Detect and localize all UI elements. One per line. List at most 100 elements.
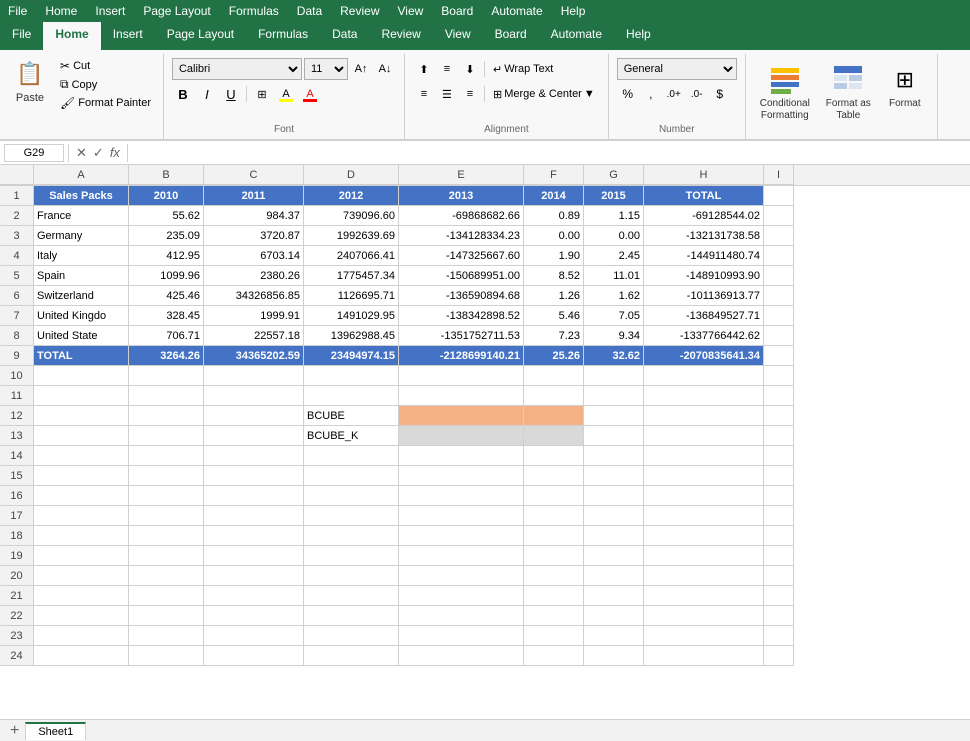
cell-b8[interactable]: 706.71 — [129, 326, 204, 346]
cell-g9[interactable]: 32.62 — [584, 346, 644, 366]
cell-c2[interactable]: 984.37 — [204, 206, 304, 226]
rownum-23[interactable]: 23 — [0, 626, 34, 646]
cell-h20[interactable] — [644, 566, 764, 586]
rownum-16[interactable]: 16 — [0, 486, 34, 506]
cell-f10[interactable] — [524, 366, 584, 386]
bold-button[interactable]: B — [172, 83, 194, 105]
tab-automate[interactable]: Automate — [539, 22, 614, 50]
align-right-button[interactable]: ≡ — [459, 83, 481, 105]
cell-f15[interactable] — [524, 466, 584, 486]
cell-b5[interactable]: 1099.96 — [129, 266, 204, 286]
cell-c7[interactable]: 1999.91 — [204, 306, 304, 326]
cell-h19[interactable] — [644, 546, 764, 566]
cell-h15[interactable] — [644, 466, 764, 486]
cell-c22[interactable] — [204, 606, 304, 626]
cell-b23[interactable] — [129, 626, 204, 646]
cell-b15[interactable] — [129, 466, 204, 486]
cell-f16[interactable] — [524, 486, 584, 506]
cell-h2[interactable]: -69128544.02 — [644, 206, 764, 226]
cell-e12[interactable] — [399, 406, 524, 426]
cell-a24[interactable] — [34, 646, 129, 666]
cell-g1[interactable]: 2015 — [584, 186, 644, 206]
conditional-formatting-button[interactable]: ConditionalFormatting — [754, 58, 816, 126]
cell-c14[interactable] — [204, 446, 304, 466]
cell-c13[interactable] — [204, 426, 304, 446]
cell-b3[interactable]: 235.09 — [129, 226, 204, 246]
cell-i24[interactable] — [764, 646, 794, 666]
cell-e9[interactable]: -2128699140.21 — [399, 346, 524, 366]
cell-b1[interactable]: 2010 — [129, 186, 204, 206]
tab-view[interactable]: View — [433, 22, 483, 50]
cell-f23[interactable] — [524, 626, 584, 646]
cell-c20[interactable] — [204, 566, 304, 586]
cell-h12[interactable] — [644, 406, 764, 426]
comma-button[interactable]: , — [640, 83, 662, 105]
cell-a23[interactable] — [34, 626, 129, 646]
cell-g20[interactable] — [584, 566, 644, 586]
cell-i19[interactable] — [764, 546, 794, 566]
cell-g10[interactable] — [584, 366, 644, 386]
cell-i16[interactable] — [764, 486, 794, 506]
rownum-10[interactable]: 10 — [0, 366, 34, 386]
cell-c4[interactable]: 6703.14 — [204, 246, 304, 266]
cell-h23[interactable] — [644, 626, 764, 646]
cell-h8[interactable]: -1337766442.62 — [644, 326, 764, 346]
menu-file[interactable]: File — [8, 4, 27, 18]
cell-h14[interactable] — [644, 446, 764, 466]
cell-i23[interactable] — [764, 626, 794, 646]
rownum-22[interactable]: 22 — [0, 606, 34, 626]
number-format-select[interactable]: General Number Currency Date — [617, 58, 737, 80]
font-decrease-button[interactable]: A↓ — [374, 58, 396, 80]
accounting-button[interactable]: $ — [709, 83, 731, 105]
cell-h3[interactable]: -132131738.58 — [644, 226, 764, 246]
cell-h4[interactable]: -144911480.74 — [644, 246, 764, 266]
cell-c9[interactable]: 34365202.59 — [204, 346, 304, 366]
underline-button[interactable]: U — [220, 83, 242, 105]
cell-i17[interactable] — [764, 506, 794, 526]
cell-f7[interactable]: 5.46 — [524, 306, 584, 326]
cell-a2[interactable]: France — [34, 206, 129, 226]
cell-i14[interactable] — [764, 446, 794, 466]
cell-a10[interactable] — [34, 366, 129, 386]
cell-e3[interactable]: -134128334.23 — [399, 226, 524, 246]
cell-a12[interactable] — [34, 406, 129, 426]
cell-h9[interactable]: -2070835641.34 — [644, 346, 764, 366]
cell-i8[interactable] — [764, 326, 794, 346]
menu-formulas[interactable]: Formulas — [229, 4, 279, 18]
paste-button[interactable]: 📋 Paste — [8, 54, 52, 106]
cell-h11[interactable] — [644, 386, 764, 406]
cell-f13[interactable] — [524, 426, 584, 446]
cell-b16[interactable] — [129, 486, 204, 506]
cell-c3[interactable]: 3720.87 — [204, 226, 304, 246]
col-header-g[interactable]: G — [584, 165, 644, 185]
cell-a15[interactable] — [34, 466, 129, 486]
cell-i2[interactable] — [764, 206, 794, 226]
cell-e11[interactable] — [399, 386, 524, 406]
cell-i12[interactable] — [764, 406, 794, 426]
cancel-formula-icon[interactable]: ✕ — [76, 145, 87, 161]
rownum-3[interactable]: 3 — [0, 226, 34, 246]
cell-d24[interactable] — [304, 646, 399, 666]
cell-i3[interactable] — [764, 226, 794, 246]
tab-data[interactable]: Data — [320, 22, 369, 50]
cell-i13[interactable] — [764, 426, 794, 446]
rownum-24[interactable]: 24 — [0, 646, 34, 666]
cell-c21[interactable] — [204, 586, 304, 606]
align-top-button[interactable]: ⬆ — [413, 58, 435, 80]
cell-e5[interactable]: -150689951.00 — [399, 266, 524, 286]
cell-e15[interactable] — [399, 466, 524, 486]
cell-c12[interactable] — [204, 406, 304, 426]
cell-d12[interactable]: BCUBE — [304, 406, 399, 426]
cell-g18[interactable] — [584, 526, 644, 546]
borders-button[interactable]: ⊞ — [251, 83, 273, 105]
cell-ref-input[interactable] — [4, 144, 64, 162]
cell-e7[interactable]: -138342898.52 — [399, 306, 524, 326]
format-as-table-button[interactable]: Format asTable — [820, 58, 877, 126]
font-color-button[interactable]: A — [299, 83, 321, 105]
fill-color-button[interactable]: A — [275, 83, 297, 105]
cell-f20[interactable] — [524, 566, 584, 586]
cell-e4[interactable]: -147325667.60 — [399, 246, 524, 266]
tab-help[interactable]: Help — [614, 22, 663, 50]
cell-i6[interactable] — [764, 286, 794, 306]
percent-button[interactable]: % — [617, 83, 639, 105]
